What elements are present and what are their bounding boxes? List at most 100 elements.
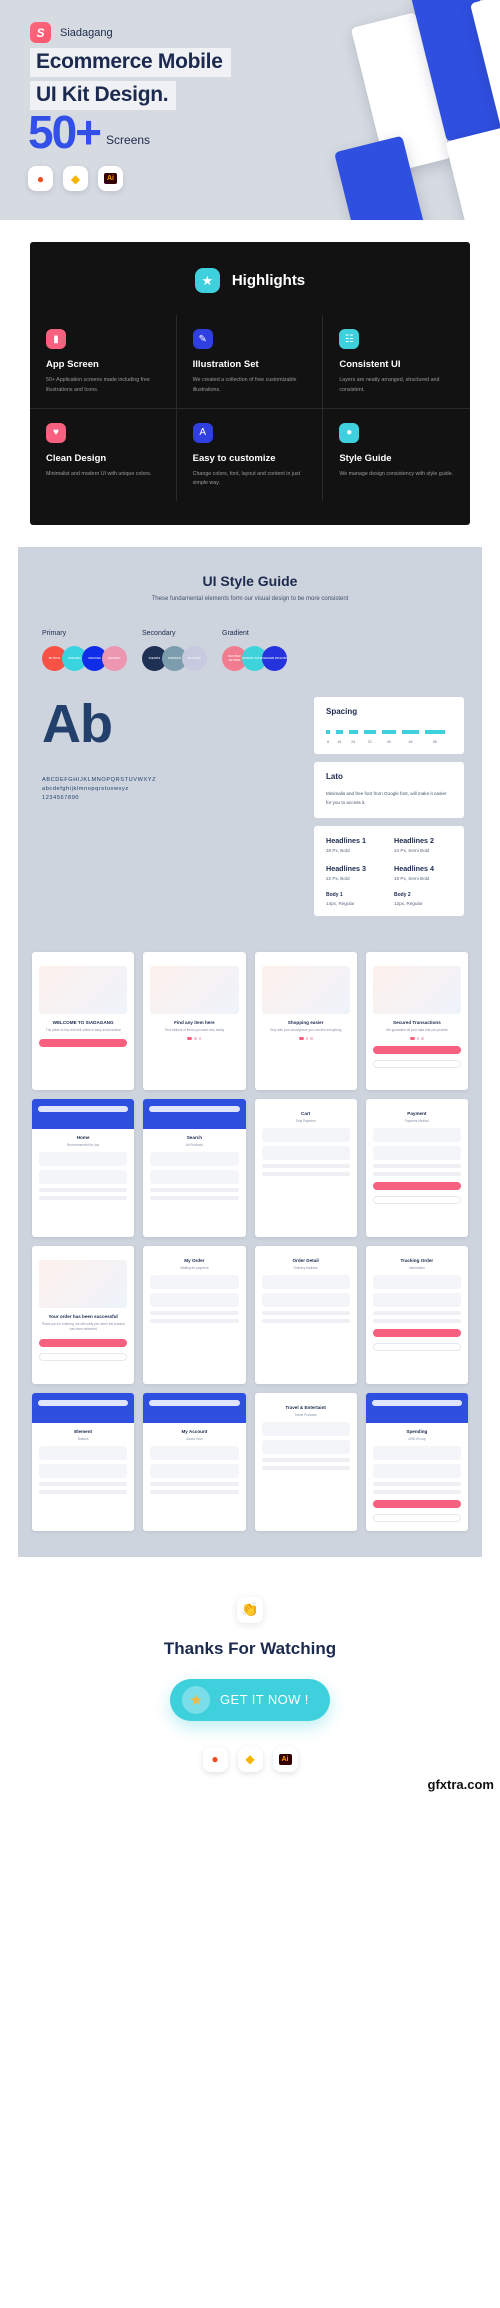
content-line [372,1490,461,1495]
screen-title: Payment [407,1110,427,1116]
screen-title: Shopping easier [287,1019,324,1025]
search-input[interactable] [38,1399,129,1406]
highlight-desc: We created a collection of free customiz… [192,377,297,393]
screen-mockup: Spending 4292.00 usp [365,1392,468,1531]
content-card [150,1170,239,1185]
screen-desc: Adara Yosh [186,1436,203,1441]
content-card [372,1293,461,1308]
screen-desc: Information [408,1265,425,1270]
screen-mockup: Element Buttons [32,1392,135,1531]
content-line [150,1311,239,1316]
content-card [261,1440,350,1455]
palette-label: Gradient [222,630,249,638]
dot [310,1037,313,1040]
secondary-button[interactable] [39,1352,128,1361]
highlight-title: Easy to customize [192,452,276,464]
spacing-value: 56 [432,740,437,745]
screen-title: Element [74,1428,93,1434]
content-line [261,1172,350,1177]
content-line [150,1490,239,1495]
app-nav-bar [365,1392,468,1423]
brand: S Siadagang [30,22,113,43]
screen-desc: The place to buy and sell online is easy… [45,1027,121,1032]
style-guide-title: UI Style Guide [202,573,298,590]
primary-button[interactable] [372,1045,461,1054]
app-nav-bar [143,1392,246,1423]
content-card [39,1464,128,1479]
content-card [39,1170,128,1185]
type-scale-name: Headlines 2 [394,835,434,845]
font-name: Lato [326,772,343,782]
hero-title: Ecommerce Mobile UI Kit Design. [30,48,231,114]
content-line [261,1164,350,1169]
screen-mockup: Home Recommended for you [32,1098,135,1237]
secondary-button[interactable] [372,1343,461,1352]
spacing-value: 48 [408,740,413,745]
star-icon: ★ [194,268,220,293]
brand-logo-icon: S [30,22,51,43]
highlights-section: ★ Highlights ▮ App Screen 50+ Application … [0,220,500,526]
pagination-dots[interactable] [373,1037,461,1040]
screen-title: My Order [184,1257,205,1263]
secondary-button[interactable] [372,1514,461,1523]
screens-grid: WELCOME TO SIADAGANG The place to buy and… [18,941,482,1557]
primary-button[interactable] [372,1329,461,1338]
thanks-title: Thanks For Watching [163,1638,337,1658]
content-card [39,1152,128,1167]
font-card: Lato Minimalis and free font from Google… [314,762,464,818]
screen-mockup: Tracking Order Information [365,1245,468,1384]
type-scale-name: Headlines 1 [326,835,366,845]
type-scale-item: Body 2 12px, Regular [394,892,452,906]
screen-title: Spending [406,1428,428,1434]
numerals: 1234567890 [42,795,80,802]
pagination-dots[interactable] [150,1037,238,1040]
dot [187,1037,193,1040]
content-card [261,1422,350,1437]
type-scale-item: Headlines 3 22 Px, Bold [326,864,384,881]
search-input[interactable] [38,1105,129,1112]
type-scale-spec: 22 Px, Bold [326,875,350,881]
secondary-button[interactable] [372,1196,461,1205]
type-scale-name: Body 2 [394,891,411,898]
primary-button[interactable] [39,1338,128,1347]
highlight-title: Consistent UI [339,359,401,370]
pagination-dots[interactable] [262,1037,350,1040]
illustration [39,1259,128,1308]
screen-title: Home [76,1134,90,1140]
content-line [261,1311,350,1316]
screen-mockup: Order Detail Delivery Address [254,1245,357,1384]
search-input[interactable] [371,1399,462,1406]
secondary-button[interactable] [372,1059,461,1068]
highlight-card: ♥ Clean Design Minimalist and modern UI wi… [30,408,177,502]
screen-title: Find any item here [174,1019,215,1025]
screen-desc: We guarantee all your data that you prov… [385,1027,448,1032]
spacing-bars [326,725,452,735]
content-line [372,1164,461,1169]
type-scale-spec: 24 Px, Semi Bold [394,847,430,853]
spacing-value: 16 [337,740,342,745]
highlight-title: Clean Design [46,452,107,464]
dot [198,1037,202,1040]
color-palettes: Primary #F75243 #3AD4E0 #0F2CE9 #EC96AF Secon… [36,630,464,672]
primary-button[interactable] [372,1182,461,1191]
content-card [150,1275,239,1290]
palette-group: Primary #F75243 #3AD4E0 #0F2CE9 #EC96AF [42,630,127,672]
footer-tool-icons: ● ◆ Ai [0,1746,500,1772]
content-line [372,1482,461,1487]
screen-mockup: Cart Total Payment [254,1098,357,1237]
typography-section: Ab ABCDEFGHIJKLMNOPQRSTUVWXYZ abcdefghij… [36,697,464,916]
swatch-hex: #1E064B #0F2C80 [262,655,287,660]
screen-mockup: WELCOME TO SIADAGANG The place to buy and… [32,951,135,1090]
illustration [261,965,350,1014]
spacing-value: 40 [386,740,391,745]
type-scale-item: Body 1 14px, Regular [326,892,384,906]
search-input[interactable] [149,1105,240,1112]
primary-button[interactable] [372,1500,461,1509]
spacing-value: 32 [367,740,372,745]
highlight-card: ✎ Illustration Set We created a collection… [176,315,324,409]
dot [305,1037,309,1040]
get-it-now-button[interactable]: ★ GET IT NOW ! [170,1678,330,1721]
search-input[interactable] [149,1399,240,1406]
primary-button[interactable] [39,1039,128,1048]
highlight-icon: ♥ [46,422,66,443]
